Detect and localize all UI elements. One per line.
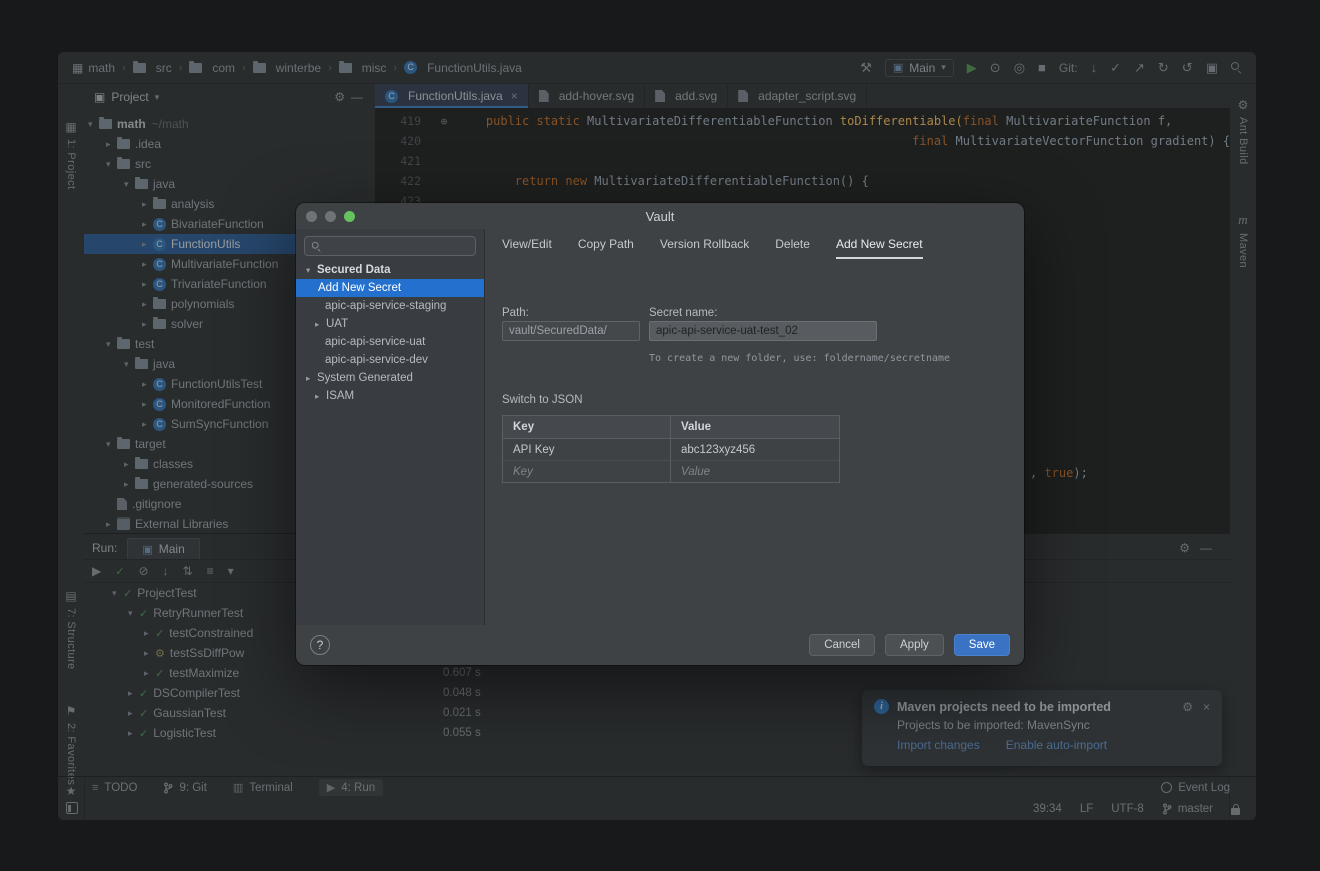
vault-search-field[interactable] xyxy=(304,236,476,256)
expand-arrow-icon[interactable]: ▸ xyxy=(315,391,326,402)
folder-helper-text: To create a new folder, use: foldername/… xyxy=(649,353,951,364)
help-button[interactable]: ? xyxy=(310,635,330,655)
vault-tree: ▾ Secured Data Add New Secret apic-api-s… xyxy=(296,261,484,405)
tab-delete[interactable]: Delete xyxy=(775,237,810,259)
expand-arrow-icon[interactable]: ▸ xyxy=(306,373,317,384)
vault-tree-label: apic-api-service-staging xyxy=(325,300,447,312)
table-header-row: Key Value xyxy=(503,416,839,439)
window-close-button[interactable] xyxy=(306,211,317,222)
tab-add-new-secret[interactable]: Add New Secret xyxy=(835,237,923,259)
secret-name-input[interactable] xyxy=(649,321,877,341)
vault-tree-system-generated[interactable]: ▸ System Generated xyxy=(296,369,484,387)
secret-kv-table: Key Value API Key abc123xyz456 Key Value xyxy=(502,415,840,483)
key-column-header: Key xyxy=(503,416,671,438)
vault-tree-secured-data[interactable]: ▾ Secured Data xyxy=(296,261,484,279)
vault-tree-isam[interactable]: ▸ ISAM xyxy=(296,387,484,405)
tab-copy-path[interactable]: Copy Path xyxy=(578,237,634,259)
table-placeholder-row[interactable]: Key Value xyxy=(503,461,839,482)
vault-tree-apic-api-service-dev[interactable]: apic-api-service-dev xyxy=(296,351,484,369)
vault-tree-label: System Generated xyxy=(317,372,413,384)
vault-tree-label: apic-api-service-uat xyxy=(325,336,426,348)
key-placeholder-cell[interactable]: Key xyxy=(503,461,671,482)
vault-tree-apic-api-service-staging[interactable]: apic-api-service-staging xyxy=(296,297,484,315)
window-controls xyxy=(306,211,355,222)
value-cell[interactable]: abc123xyz456 xyxy=(671,439,839,460)
vault-tree-label: Secured Data xyxy=(317,264,391,276)
vault-dialog: Vault ▾ Secured Data Add New Secret apic… xyxy=(296,203,1024,665)
path-label: Path: xyxy=(502,307,529,319)
dialog-footer: ? Cancel Apply Save xyxy=(296,625,1024,665)
switch-to-json-link[interactable]: Switch to JSON xyxy=(502,394,583,406)
apply-button[interactable]: Apply xyxy=(885,634,944,656)
dialog-titlebar[interactable]: Vault xyxy=(296,203,1024,229)
path-input[interactable] xyxy=(502,321,640,341)
expand-arrow-icon[interactable]: ▸ xyxy=(315,319,326,330)
vault-tree-label: UAT xyxy=(326,318,349,330)
footer-buttons: Cancel Apply Save xyxy=(809,634,1010,656)
desktop-background: { "icons": { "chevron_down": "▾", "chevr… xyxy=(0,0,1320,871)
table-row[interactable]: API Key abc123xyz456 xyxy=(503,439,839,461)
vault-dialog-content: View/Edit Copy Path Version Rollback Del… xyxy=(484,229,1024,625)
window-zoom-button[interactable] xyxy=(344,211,355,222)
vault-tree-label: ISAM xyxy=(326,390,355,402)
vault-search-input[interactable] xyxy=(327,239,469,253)
vault-tree-uat-folder[interactable]: ▸ UAT xyxy=(296,315,484,333)
tab-version-rollback[interactable]: Version Rollback xyxy=(660,237,749,259)
tab-view-edit[interactable]: View/Edit xyxy=(502,237,552,259)
vault-tree-panel: ▾ Secured Data Add New Secret apic-api-s… xyxy=(296,229,485,625)
vault-tree-add-new-secret-selected[interactable]: Add New Secret xyxy=(296,279,484,297)
window-minimize-button[interactable] xyxy=(325,211,336,222)
search-icon xyxy=(311,241,321,250)
cancel-button[interactable]: Cancel xyxy=(809,634,875,656)
value-placeholder-cell[interactable]: Value xyxy=(671,461,839,482)
dialog-title: Vault xyxy=(645,208,675,224)
key-cell[interactable]: API Key xyxy=(503,439,671,460)
secret-name-label: Secret name: xyxy=(649,307,718,319)
save-button[interactable]: Save xyxy=(953,634,1010,656)
vault-tree-label: apic-api-service-dev xyxy=(325,354,428,366)
value-column-header: Value xyxy=(681,421,712,433)
vault-action-tabs: View/Edit Copy Path Version Rollback Del… xyxy=(502,237,923,259)
expand-arrow-icon[interactable]: ▾ xyxy=(306,265,317,276)
vault-tree-apic-api-service-uat[interactable]: apic-api-service-uat xyxy=(296,333,484,351)
vault-tree-label: Add New Secret xyxy=(318,282,402,294)
